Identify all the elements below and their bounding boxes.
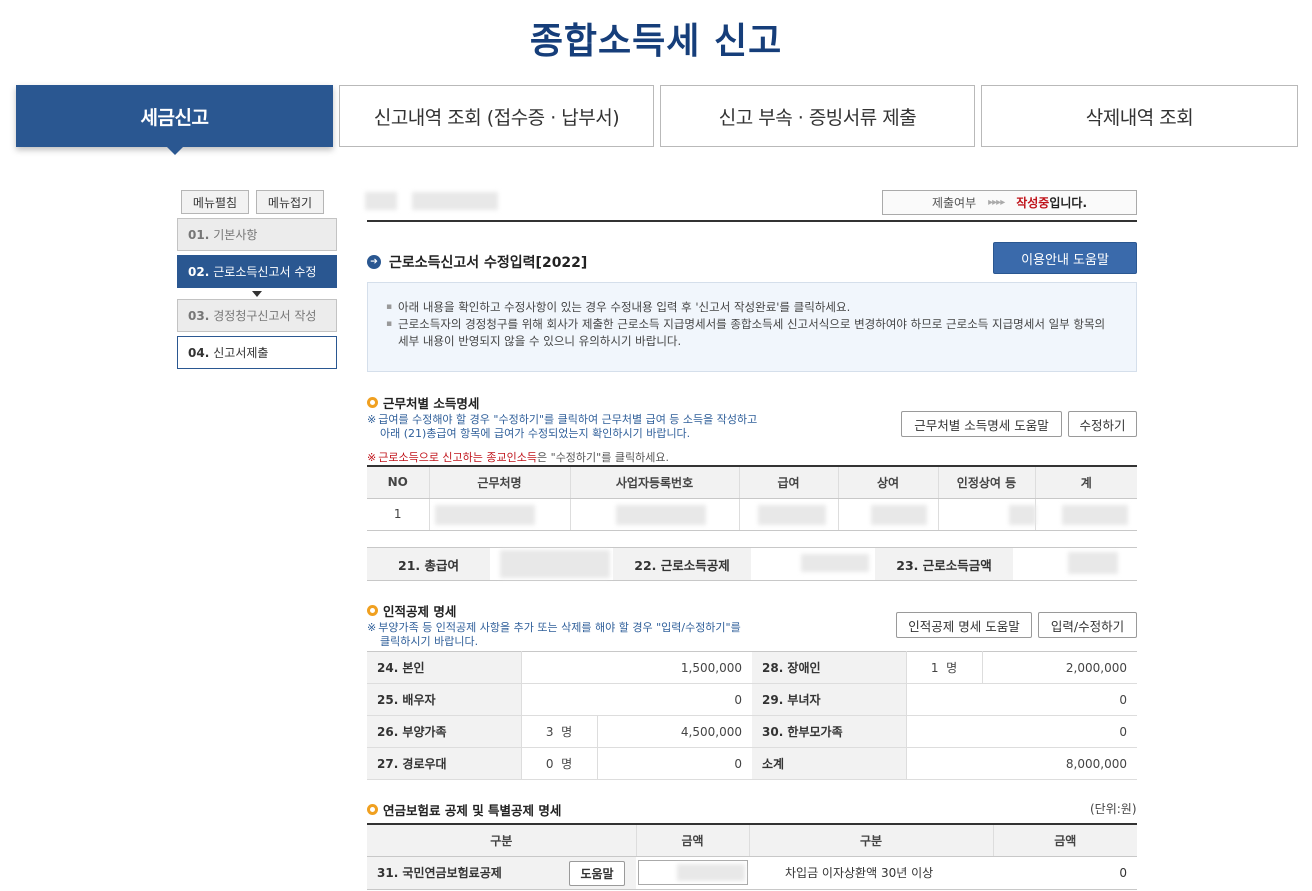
deduction-help-button[interactable]: 인적공제 명세 도움말 — [896, 612, 1032, 638]
table-row: 27. 경로우대 0 명 0 소계 8,000,000 — [367, 747, 1137, 780]
deduction-section-title: 인적공제 명세 — [367, 601, 456, 620]
pension-table: 구분 금액 구분 금액 31. 국민연금보험료공제 도움말 차입금 이자상환액 … — [367, 823, 1137, 890]
tab-attach-documents[interactable]: 신고 부속 · 증빙서류 제출 — [660, 85, 975, 147]
table-row: 31. 국민연금보험료공제 도움말 차입금 이자상환액 30년 이상 0 — [367, 856, 1137, 890]
info-box: 아래 내용을 확인하고 수정사항이 있는 경우 수정내용 입력 후 '신고서 작… — [367, 282, 1137, 372]
step-basic-info[interactable]: 01. 기본사항 — [177, 218, 337, 251]
page-title: 종합소득세 신고 — [529, 21, 783, 62]
deduction-edit-button[interactable]: 입력/수정하기 — [1038, 612, 1137, 638]
pension-amount-input[interactable] — [637, 860, 748, 885]
divider — [367, 220, 1137, 222]
table-row: 24. 본인 1,500,000 28. 장애인 1 명 2,000,000 — [367, 651, 1137, 684]
table-header-row: NO 근무처명 사업자등록번호 급여 상여 인정상여 등 계 — [367, 466, 1137, 499]
table-header-row: 구분 금액 구분 금액 — [367, 824, 1137, 857]
summary-row: 21. 총급여 22. 근로소득공제 23. 근로소득금액 — [367, 547, 1137, 581]
step-arrow-down-icon — [252, 291, 262, 297]
tab-filing-history[interactable]: 신고내역 조회 (접수증 · 납부서) — [339, 85, 654, 147]
usage-help-button[interactable]: 이용안내 도움말 — [993, 242, 1137, 274]
tab-deleted-history[interactable]: 삭제내역 조회 — [981, 85, 1298, 147]
income-table: NO 근무처명 사업자등록번호 급여 상여 인정상여 등 계 1 — [367, 465, 1137, 531]
redacted-name — [365, 192, 397, 210]
pension-help-button[interactable]: 도움말 — [569, 860, 625, 886]
bullet-icon — [367, 397, 378, 408]
step-earned-income-edit[interactable]: 02. 근로소득신고서 수정 — [177, 255, 337, 288]
redacted-id — [412, 192, 498, 210]
arrows-icon: ▸▸▸▸ — [988, 197, 1005, 208]
table-row: 1 — [367, 498, 1137, 531]
section-title: ➔ 근로소득신고서 수정입력[2022] — [367, 252, 587, 272]
income-note-religious: ※ 근로소득으로 신고하는 종교인소득은 "수정하기"를 클릭하세요. — [367, 451, 669, 464]
main-tabs: 세금신고 신고내역 조회 (접수증 · 납부서) 신고 부속 · 증빙서류 제출… — [16, 85, 1298, 155]
income-section-title: 근무처별 소득명세 — [367, 393, 479, 412]
income-note: ※ 급여를 수정해야 할 경우 "수정하기"를 클릭하여 근무처별 급여 등 소득… — [367, 413, 758, 440]
unit-label: (단위:원) — [1090, 802, 1137, 816]
tab-tax-filing[interactable]: 세금신고 — [16, 85, 333, 155]
info-line: 근로소득자의 경정청구를 위해 회사가 제출한 근로소득 지급명세서를 종합소득… — [386, 316, 1118, 350]
step-submit[interactable]: 04. 신고서제출 — [177, 336, 337, 369]
step-correction-claim[interactable]: 03. 경정청구신고서 작성 — [177, 299, 337, 332]
deduction-note: ※ 부양가족 등 인적공제 사항을 추가 또는 삭제를 해야 할 경우 "입력/수… — [367, 621, 741, 648]
deduction-table: 24. 본인 1,500,000 28. 장애인 1 명 2,000,000 2… — [367, 651, 1137, 780]
bullet-icon — [367, 605, 378, 616]
info-line: 아래 내용을 확인하고 수정사항이 있는 경우 수정내용 입력 후 '신고서 작… — [386, 299, 1118, 316]
income-edit-button[interactable]: 수정하기 — [1068, 411, 1137, 437]
bullet-icon — [367, 804, 378, 815]
income-help-button[interactable]: 근무처별 소득명세 도움말 — [901, 411, 1062, 437]
pension-section-title: 연금보험료 공제 및 특별공제 명세 — [367, 800, 561, 819]
menu-collapse-button[interactable]: 메뉴접기 — [256, 190, 324, 214]
income-summary-table: 21. 총급여 22. 근로소득공제 23. 근로소득금액 — [367, 547, 1137, 581]
table-row: 25. 배우자 0 29. 부녀자 0 — [367, 683, 1137, 716]
table-row: 26. 부양가족 3 명 4,500,000 30. 한부모가족 0 — [367, 715, 1137, 748]
arrow-circle-icon: ➔ — [367, 255, 381, 269]
menu-expand-button[interactable]: 메뉴펼침 — [181, 190, 249, 214]
submission-status: 제출여부 ▸▸▸▸ 작성중 입니다. — [882, 190, 1137, 215]
